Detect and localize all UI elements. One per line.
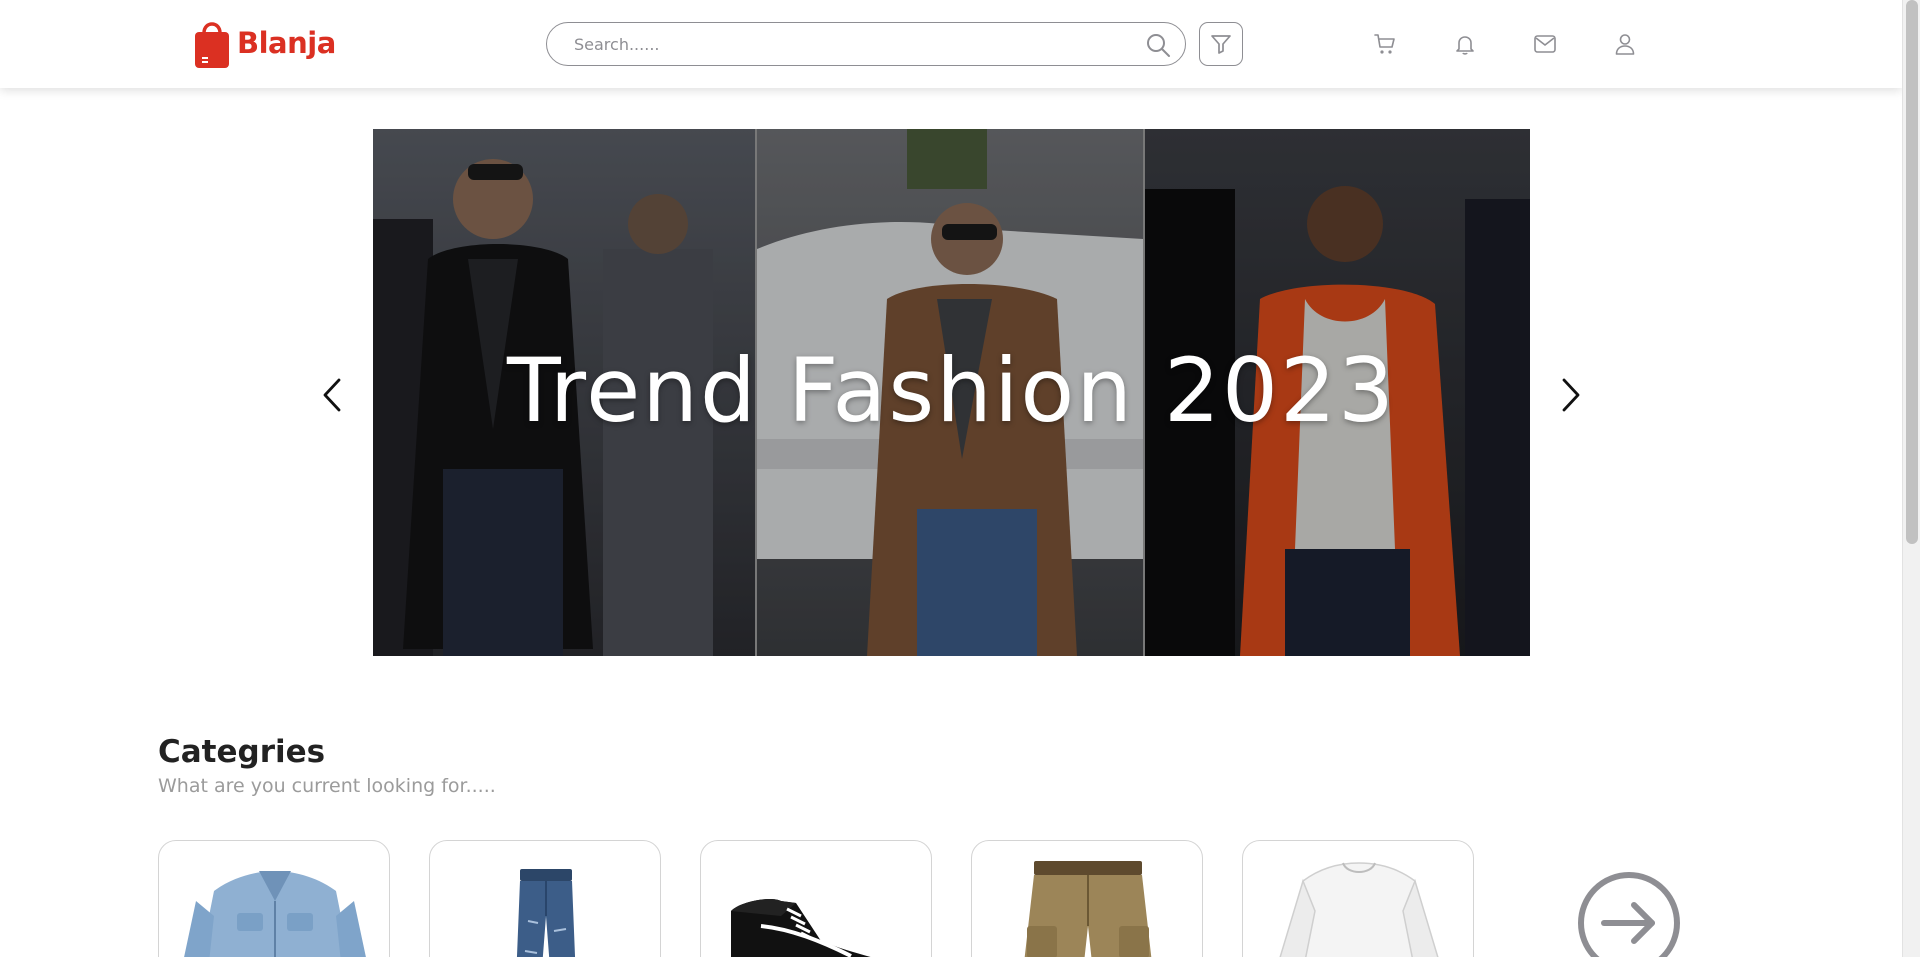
bell-icon	[1456, 36, 1474, 55]
section-title: Categries	[158, 734, 326, 770]
jeans-image	[516, 869, 576, 957]
search-input[interactable]	[574, 23, 1134, 65]
notifications-button[interactable]	[1451, 30, 1479, 58]
category-card[interactable]	[971, 840, 1203, 957]
chevron-right-icon	[1562, 378, 1580, 412]
brand-name: Blanja	[237, 26, 336, 60]
banner-headline: Trend Fashion 2023	[507, 339, 1396, 442]
category-card[interactable]	[1242, 840, 1474, 957]
user-icon	[1615, 34, 1635, 55]
mail-icon	[1534, 35, 1556, 53]
search-icon[interactable]	[1145, 32, 1171, 58]
brand-logo[interactable]: Blanja	[193, 17, 336, 69]
section-subtitle: What are you current looking for.....	[158, 775, 496, 797]
denim-jacket-image	[184, 871, 366, 957]
banner-text-wrap: Trend Fashion 2023	[373, 129, 1530, 656]
page: Blanja Search...... Trend Fashion 2023 C…	[0, 0, 1920, 957]
category-card[interactable]	[700, 840, 932, 957]
chevron-left-icon	[323, 378, 341, 412]
shopping-bag-logo-icon	[195, 22, 229, 68]
cart-button[interactable]	[1371, 30, 1399, 58]
search-bar	[546, 22, 1186, 66]
scrollbar-thumb[interactable]	[1906, 0, 1918, 544]
high-top-sneaker-image	[731, 899, 871, 957]
sweatshirt-image	[1279, 862, 1439, 957]
category-card[interactable]	[429, 840, 661, 957]
top-navbar: Blanja	[0, 0, 1902, 88]
page-scrollbar[interactable]	[1902, 0, 1920, 957]
messages-button[interactable]	[1531, 30, 1559, 58]
cargo-shorts-image	[1024, 861, 1152, 957]
hero-banner[interactable]: Trend Fashion 2023	[373, 129, 1530, 656]
category-card[interactable]	[158, 840, 390, 957]
carousel-prev-button[interactable]	[313, 375, 353, 415]
profile-button[interactable]	[1611, 30, 1639, 58]
arrow-right-circle-icon[interactable]	[1576, 870, 1682, 957]
cart-icon	[1374, 34, 1395, 54]
filter-icon	[1211, 35, 1231, 54]
carousel-next-button[interactable]	[1550, 375, 1590, 415]
filter-button[interactable]	[1199, 22, 1243, 66]
